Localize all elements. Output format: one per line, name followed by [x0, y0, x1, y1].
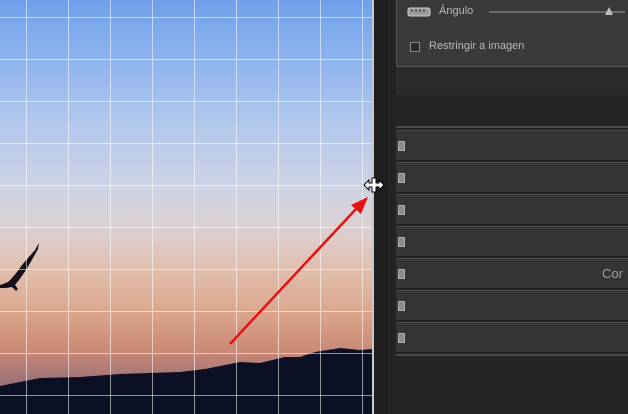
- crop-tool-options: Ángulo Restringir a imagen: [396, 0, 628, 67]
- mountain-silhouette: [0, 348, 372, 414]
- collapsed-panel-row[interactable]: [396, 194, 628, 225]
- panel-toggle-handle[interactable]: [398, 237, 405, 247]
- constrain-to-image-checkbox[interactable]: [410, 42, 420, 52]
- angle-slider-thumb[interactable]: [605, 7, 613, 15]
- panel-separator: [396, 126, 628, 128]
- crop-overlay: [0, 0, 372, 414]
- collapsed-panel-row[interactable]: [396, 162, 628, 193]
- panel-toggle-handle[interactable]: [398, 205, 405, 215]
- panel-toggle-handle[interactable]: [398, 301, 405, 311]
- panel-toggle-handle[interactable]: [398, 269, 405, 279]
- gaviota-silhouette: [0, 243, 39, 291]
- develop-right-panel: Ángulo Restringir a imagen Cor: [388, 0, 628, 414]
- angle-label: Ángulo: [439, 5, 474, 17]
- panel-section-gap: [396, 67, 628, 95]
- panel-separator: [396, 354, 628, 356]
- resize-horizontal-cursor-icon: [363, 177, 385, 193]
- constrain-to-image-label: Restringir a imagen: [429, 40, 525, 52]
- panel-toggle-handle[interactable]: [398, 141, 405, 151]
- collapsed-panel-row[interactable]: [396, 322, 628, 353]
- collapsed-panel-row[interactable]: Cor: [396, 258, 628, 289]
- photo-canvas[interactable]: [0, 0, 372, 414]
- panel-resize-divider[interactable]: [374, 0, 388, 414]
- collapsed-panel-row[interactable]: [396, 290, 628, 321]
- panel-toggle-handle[interactable]: [398, 173, 405, 183]
- panel-toggle-handle[interactable]: [398, 333, 405, 343]
- annotation-arrow: [229, 197, 368, 345]
- collapsed-panel-row[interactable]: [396, 226, 628, 257]
- panel-row-label: Cor: [602, 266, 623, 281]
- collapsed-panel-row[interactable]: [396, 130, 628, 161]
- straighten-tool-icon[interactable]: [407, 4, 431, 20]
